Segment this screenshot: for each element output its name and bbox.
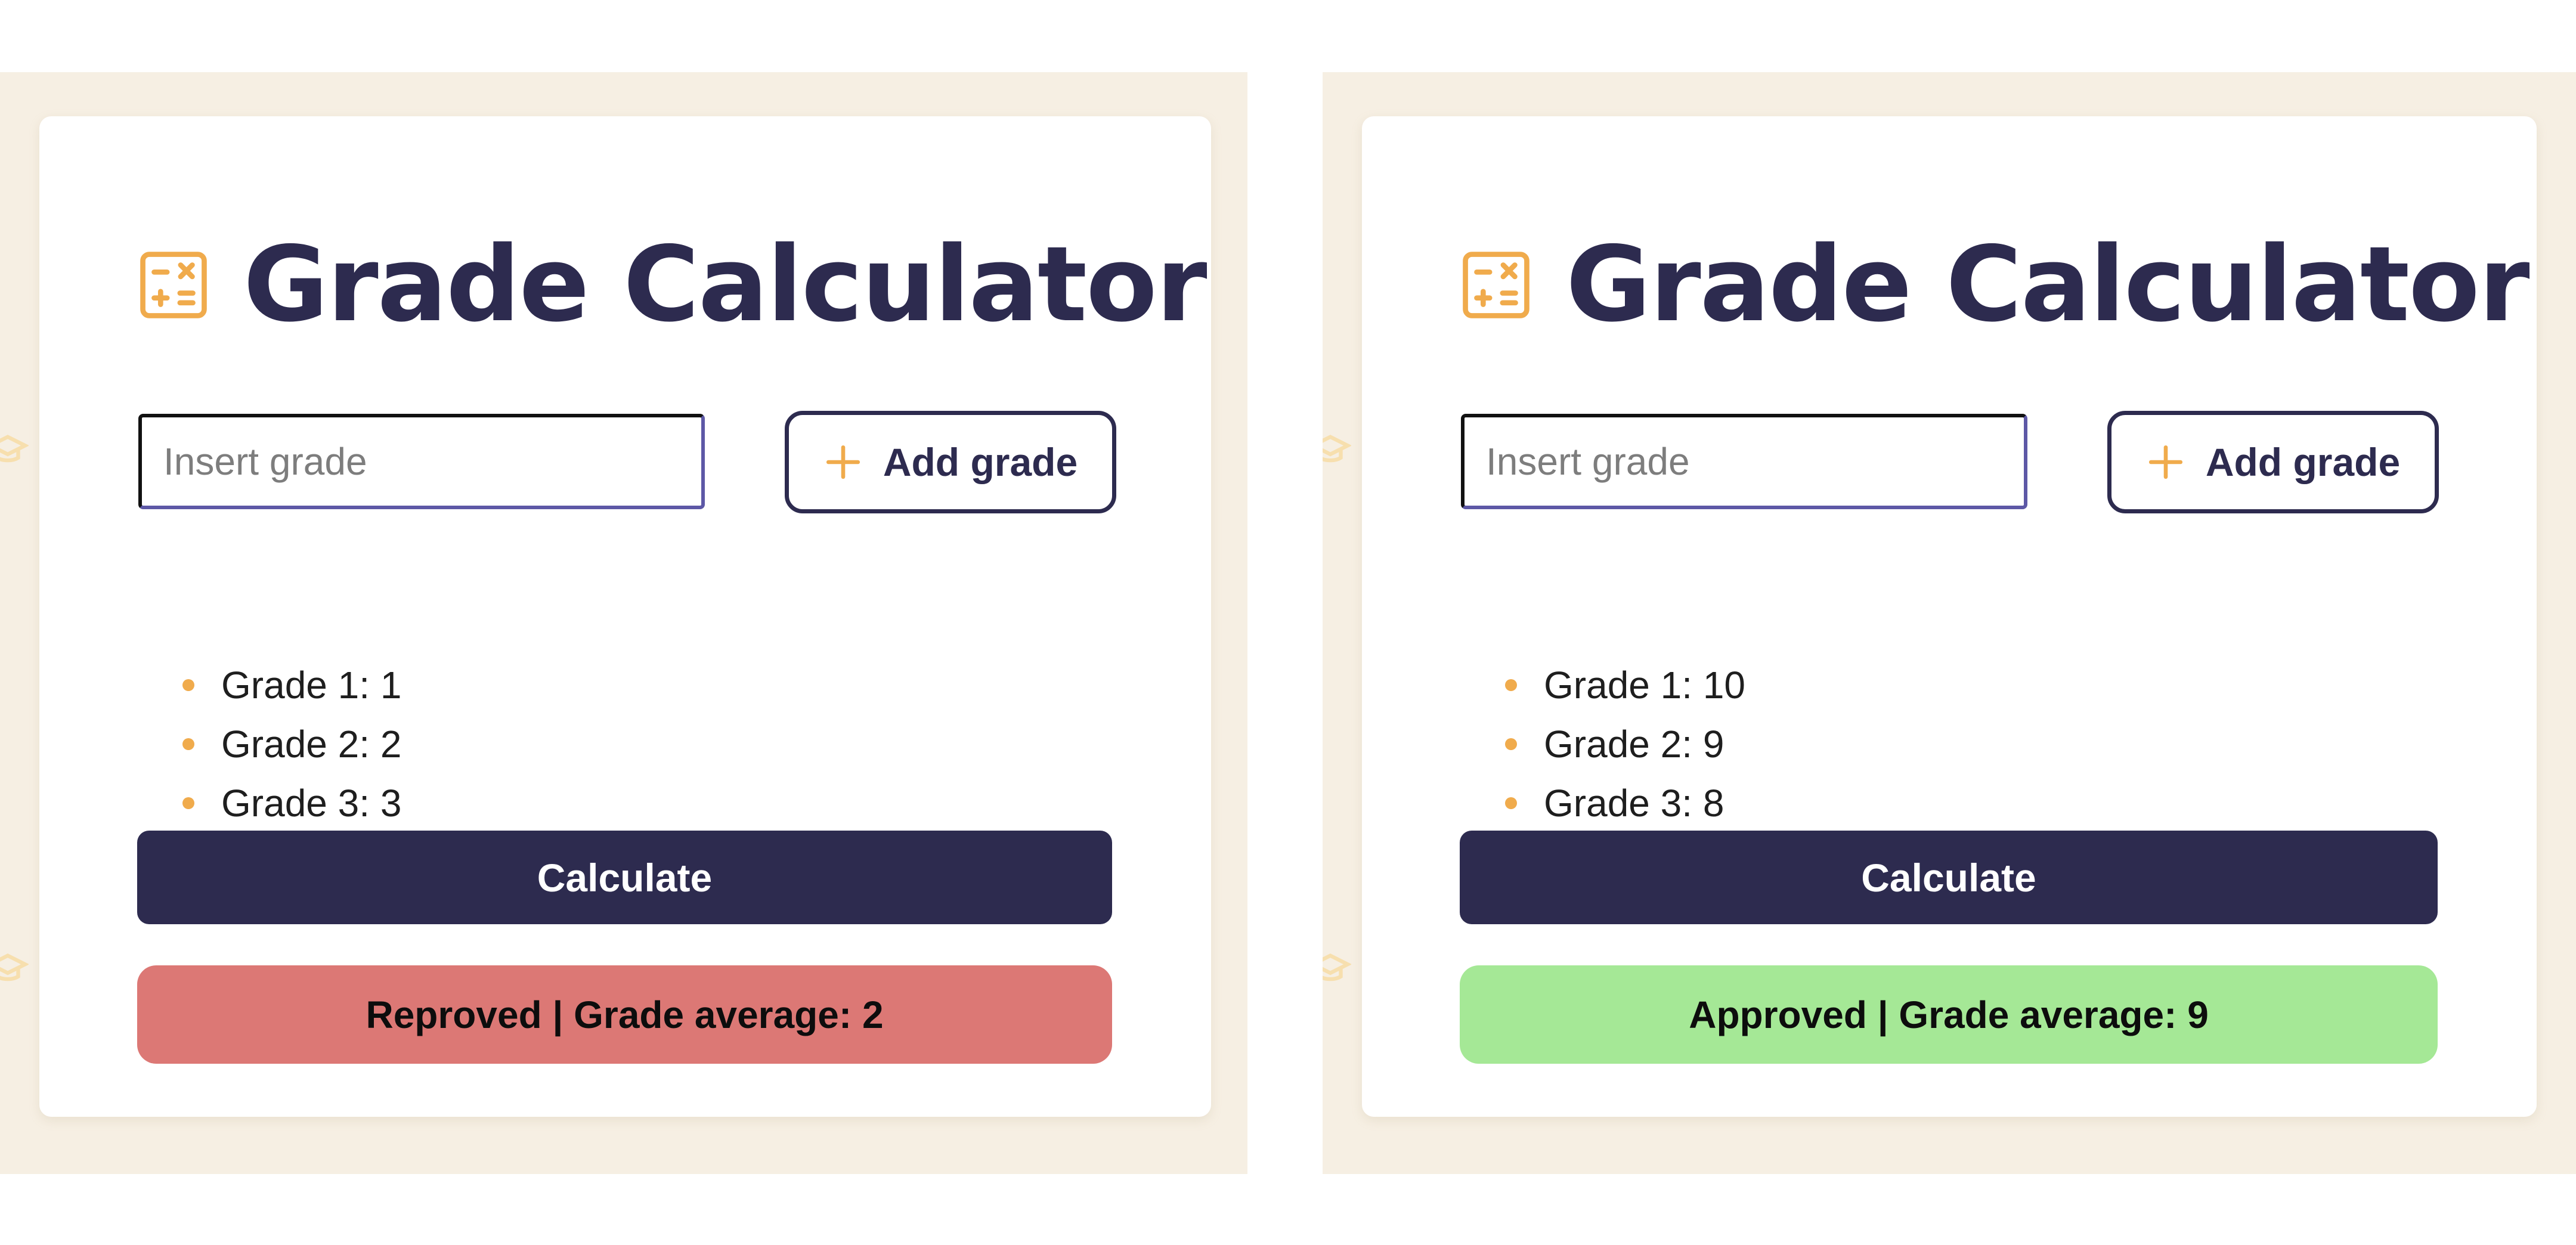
- grade-list: Grade 1: 10 Grade 2: 9 Grade 3: 8: [1505, 656, 1745, 833]
- bullet-dot: [1505, 679, 1517, 691]
- bullet-dot: [182, 738, 194, 750]
- list-item: Grade 3: 3: [182, 774, 401, 833]
- bullet-dot: [1505, 797, 1517, 809]
- calculator-icon: [1463, 251, 1530, 318]
- list-item: Grade 2: 2: [182, 715, 401, 774]
- calculate-button[interactable]: Calculate: [137, 831, 1112, 924]
- calculator-card: Grade Calculator Add grade Grade 1: 10 G…: [1362, 116, 2537, 1117]
- bullet-dot: [182, 679, 194, 691]
- calculator-icon: [140, 251, 207, 318]
- graduation-cap-icon: [1323, 953, 1351, 981]
- add-grade-label: Add grade: [883, 440, 1078, 484]
- grade-entry: Grade 2: 9: [1544, 723, 1724, 766]
- list-item: Grade 3: 8: [1505, 774, 1745, 833]
- grade-list: Grade 1: 1 Grade 2: 2 Grade 3: 3: [182, 656, 401, 833]
- graduation-cap-icon: [0, 435, 29, 463]
- title-row: Grade Calculator: [1457, 221, 2530, 349]
- grade-entry: Grade 3: 8: [1544, 782, 1724, 825]
- graduation-cap-icon: [1323, 435, 1351, 463]
- plus-icon: [2148, 445, 2182, 479]
- list-item: Grade 2: 9: [1505, 715, 1745, 774]
- list-item: Grade 1: 1: [182, 656, 401, 715]
- grade-entry: Grade 1: 10: [1544, 664, 1745, 707]
- grade-entry: Grade 1: 1: [221, 664, 402, 707]
- screenshot-stage: Grade Calculator Add grade Grade 1: 1 Gr…: [0, 0, 2576, 1245]
- calculator-card: Grade Calculator Add grade Grade 1: 1 Gr…: [39, 116, 1211, 1117]
- result-banner: Reproved | Grade average: 2: [137, 965, 1112, 1064]
- title-row: Grade Calculator: [135, 221, 1208, 349]
- graduation-cap-icon: [0, 953, 29, 981]
- grade-entry: Grade 3: 3: [221, 782, 402, 825]
- right-panel: Grade Calculator Add grade Grade 1: 10 G…: [1323, 72, 2576, 1174]
- page-title: Grade Calculator: [1566, 224, 2530, 345]
- bullet-dot: [182, 797, 194, 809]
- grade-entry: Grade 2: 2: [221, 723, 402, 766]
- add-grade-label: Add grade: [2205, 440, 2401, 484]
- add-grade-button[interactable]: Add grade: [2107, 411, 2439, 513]
- page-title: Grade Calculator: [243, 224, 1208, 345]
- left-panel: Grade Calculator Add grade Grade 1: 1 Gr…: [0, 72, 1247, 1174]
- result-banner: Approved | Grade average: 9: [1460, 965, 2438, 1064]
- plus-icon: [826, 445, 860, 479]
- bullet-dot: [1505, 738, 1517, 750]
- calculate-button[interactable]: Calculate: [1460, 831, 2438, 924]
- list-item: Grade 1: 10: [1505, 656, 1745, 715]
- grade-input[interactable]: [1461, 414, 2027, 509]
- add-grade-button[interactable]: Add grade: [785, 411, 1116, 513]
- grade-input[interactable]: [138, 414, 705, 509]
